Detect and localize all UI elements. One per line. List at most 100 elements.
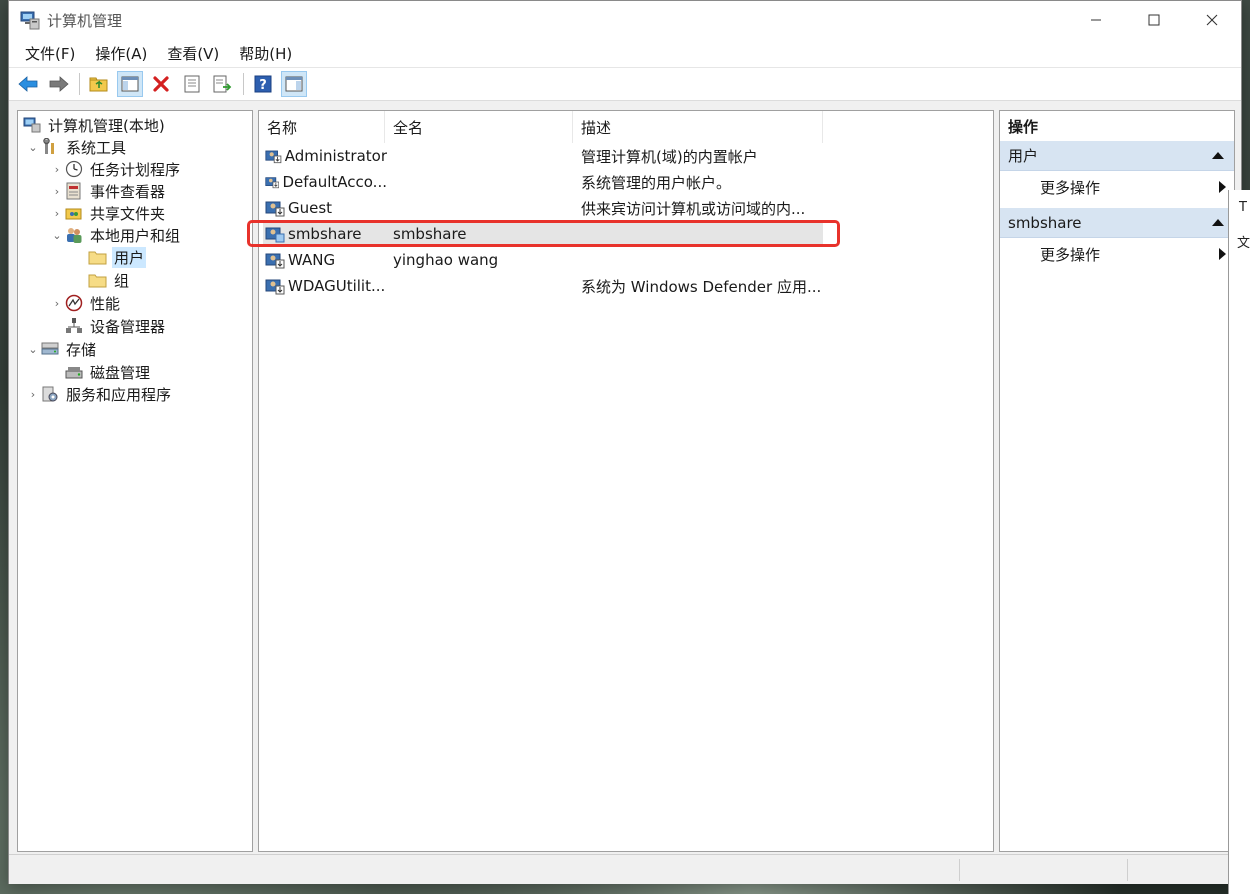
- user-fullname: yinghao wang: [393, 251, 499, 269]
- adjacent-window-text: T: [1239, 200, 1247, 215]
- menu-view[interactable]: 查看(V): [157, 43, 229, 64]
- maximize-button[interactable]: [1125, 1, 1183, 39]
- disk-management-icon: [64, 363, 84, 381]
- expand-toggle[interactable]: ›: [50, 163, 64, 176]
- submenu-arrow-icon: [1219, 248, 1226, 260]
- tree-item-device-manager[interactable]: 设备管理器: [64, 315, 167, 337]
- table-row[interactable]: Guest 供来宾访问计算机或访问域的内...: [263, 195, 823, 221]
- expand-toggle[interactable]: ›: [50, 207, 64, 220]
- user-fullname: [393, 143, 573, 169]
- submenu-arrow-icon: [1219, 181, 1226, 193]
- minimize-button[interactable]: [1067, 1, 1125, 39]
- tree-label: 服务和应用程序: [66, 385, 172, 404]
- action-pane: 操作 用户 更多操作 smbshare 更多操作: [999, 110, 1235, 852]
- back-arrow-icon[interactable]: [15, 71, 41, 97]
- tree-item-disk-management[interactable]: 磁盘管理: [64, 361, 152, 383]
- user-description: [581, 247, 821, 273]
- user-fullname: [393, 273, 573, 299]
- expand-toggle[interactable]: ›: [50, 185, 64, 198]
- tree-label: 事件查看器: [90, 182, 166, 201]
- status-divider: [1127, 859, 1128, 881]
- table-row[interactable]: DefaultAcco... 系统管理的用户帐户。: [263, 169, 823, 195]
- user-fullname: [393, 169, 573, 195]
- toolbar: ?: [9, 67, 1241, 101]
- up-folder-icon[interactable]: [86, 71, 112, 97]
- tree-item-root[interactable]: 计算机管理(本地): [22, 114, 167, 136]
- tree-item-performance[interactable]: › 性能: [50, 292, 122, 314]
- status-divider: [959, 859, 960, 881]
- menu-help[interactable]: 帮助(H): [229, 43, 302, 64]
- tree-item-users[interactable]: 用户: [88, 246, 147, 268]
- toolbar-separator: [79, 73, 80, 95]
- collapse-up-icon: [1212, 219, 1224, 226]
- delete-icon[interactable]: [148, 71, 174, 97]
- column-header-description[interactable]: 描述: [573, 111, 823, 143]
- column-header-name[interactable]: 名称: [259, 111, 385, 143]
- tree-item-task-scheduler[interactable]: › 任务计划程序: [50, 158, 182, 180]
- expand-toggle[interactable]: ⌄: [26, 141, 40, 154]
- tree-label: 用户: [112, 246, 147, 268]
- show-hide-tree-icon[interactable]: [117, 71, 143, 97]
- user-name: WANG: [288, 251, 336, 269]
- folder-icon: [88, 271, 108, 289]
- menu-file[interactable]: 文件(F): [15, 43, 85, 64]
- more-actions-smbshare[interactable]: 更多操作: [1000, 240, 1234, 268]
- clock-icon: [64, 160, 84, 178]
- action-section-smbshare[interactable]: smbshare: [1000, 208, 1234, 238]
- show-hide-action-pane-icon[interactable]: [281, 71, 307, 97]
- shared-folder-icon: [64, 204, 84, 222]
- user-account-icon: [265, 279, 285, 295]
- tree-label: 设备管理器: [90, 317, 166, 336]
- tree-label: 本地用户和组: [90, 226, 181, 245]
- tree-item-local-users-groups[interactable]: ⌄ 本地用户和组: [50, 224, 182, 246]
- adjacent-window-edge: T 文: [1228, 190, 1250, 894]
- tree-item-storage[interactable]: ⌄ 存储: [26, 338, 98, 360]
- action-pane-title: 操作: [1008, 117, 1039, 136]
- user-description: 供来宾访问计算机或访问域的内...: [581, 199, 806, 218]
- expand-toggle[interactable]: ⌄: [26, 343, 40, 356]
- tree-item-system-tools[interactable]: ⌄ 系统工具: [26, 136, 128, 158]
- expand-toggle[interactable]: ›: [26, 388, 40, 401]
- tree-pane: 计算机管理(本地) ⌄ 系统工具 › 任务计划程序 › 事件查看器 › 共享文件…: [17, 110, 253, 852]
- adjacent-window-text: 文: [1237, 236, 1250, 251]
- user-description: 系统为 Windows Defender 应用...: [581, 277, 821, 296]
- users-group-icon: [64, 226, 84, 244]
- expand-toggle[interactable]: ⌄: [50, 229, 64, 242]
- user-account-icon: [265, 150, 282, 164]
- computer-management-window: 计算机管理 文件(F) 操作(A) 查看(V) 帮助(H) ? 计算机管理(本地…: [8, 0, 1242, 884]
- close-button[interactable]: [1183, 1, 1241, 39]
- column-header-fullname[interactable]: 全名: [385, 111, 573, 143]
- window-title: 计算机管理: [47, 11, 123, 30]
- table-row[interactable]: WANG yinghao wang: [263, 247, 823, 273]
- tree-item-groups[interactable]: 组: [88, 269, 131, 291]
- user-account-icon: [265, 201, 285, 217]
- expand-toggle[interactable]: ›: [50, 297, 64, 310]
- storage-icon: [40, 340, 60, 358]
- table-row[interactable]: Administrator 管理计算机(域)的内置帐户: [263, 143, 823, 169]
- export-list-icon[interactable]: [210, 71, 236, 97]
- tree-item-services-apps[interactable]: › 服务和应用程序: [26, 383, 173, 405]
- tree-item-event-viewer[interactable]: › 事件查看器: [50, 180, 167, 202]
- user-description: [581, 221, 821, 247]
- tree-label: 存储: [66, 340, 97, 359]
- performance-icon: [64, 294, 84, 312]
- properties-icon[interactable]: [179, 71, 205, 97]
- tree-label: 性能: [90, 294, 121, 313]
- forward-arrow-icon[interactable]: [46, 71, 72, 97]
- more-actions-users[interactable]: 更多操作: [1000, 173, 1234, 201]
- table-row[interactable]: smbshare smbshare: [263, 221, 823, 247]
- tools-icon: [40, 138, 60, 156]
- tree-label: 共享文件夹: [90, 204, 166, 223]
- collapse-up-icon: [1212, 152, 1224, 159]
- user-description: 管理计算机(域)的内置帐户: [581, 147, 758, 166]
- user-list-pane: 名称 全名 描述 Administrator 管理计算机(域)的内置帐户 Def…: [258, 110, 994, 852]
- user-name: smbshare: [288, 225, 362, 243]
- title-bar: 计算机管理: [9, 1, 1241, 39]
- table-row[interactable]: WDAGUtilit... 系统为 Windows Defender 应用...: [263, 273, 823, 299]
- tree-label: 磁盘管理: [90, 363, 151, 382]
- tree-label: 任务计划程序: [90, 160, 181, 179]
- tree-item-shared-folders[interactable]: › 共享文件夹: [50, 202, 167, 224]
- action-section-users[interactable]: 用户: [1000, 141, 1234, 171]
- menu-action[interactable]: 操作(A): [85, 43, 157, 64]
- help-icon[interactable]: ?: [250, 71, 276, 97]
